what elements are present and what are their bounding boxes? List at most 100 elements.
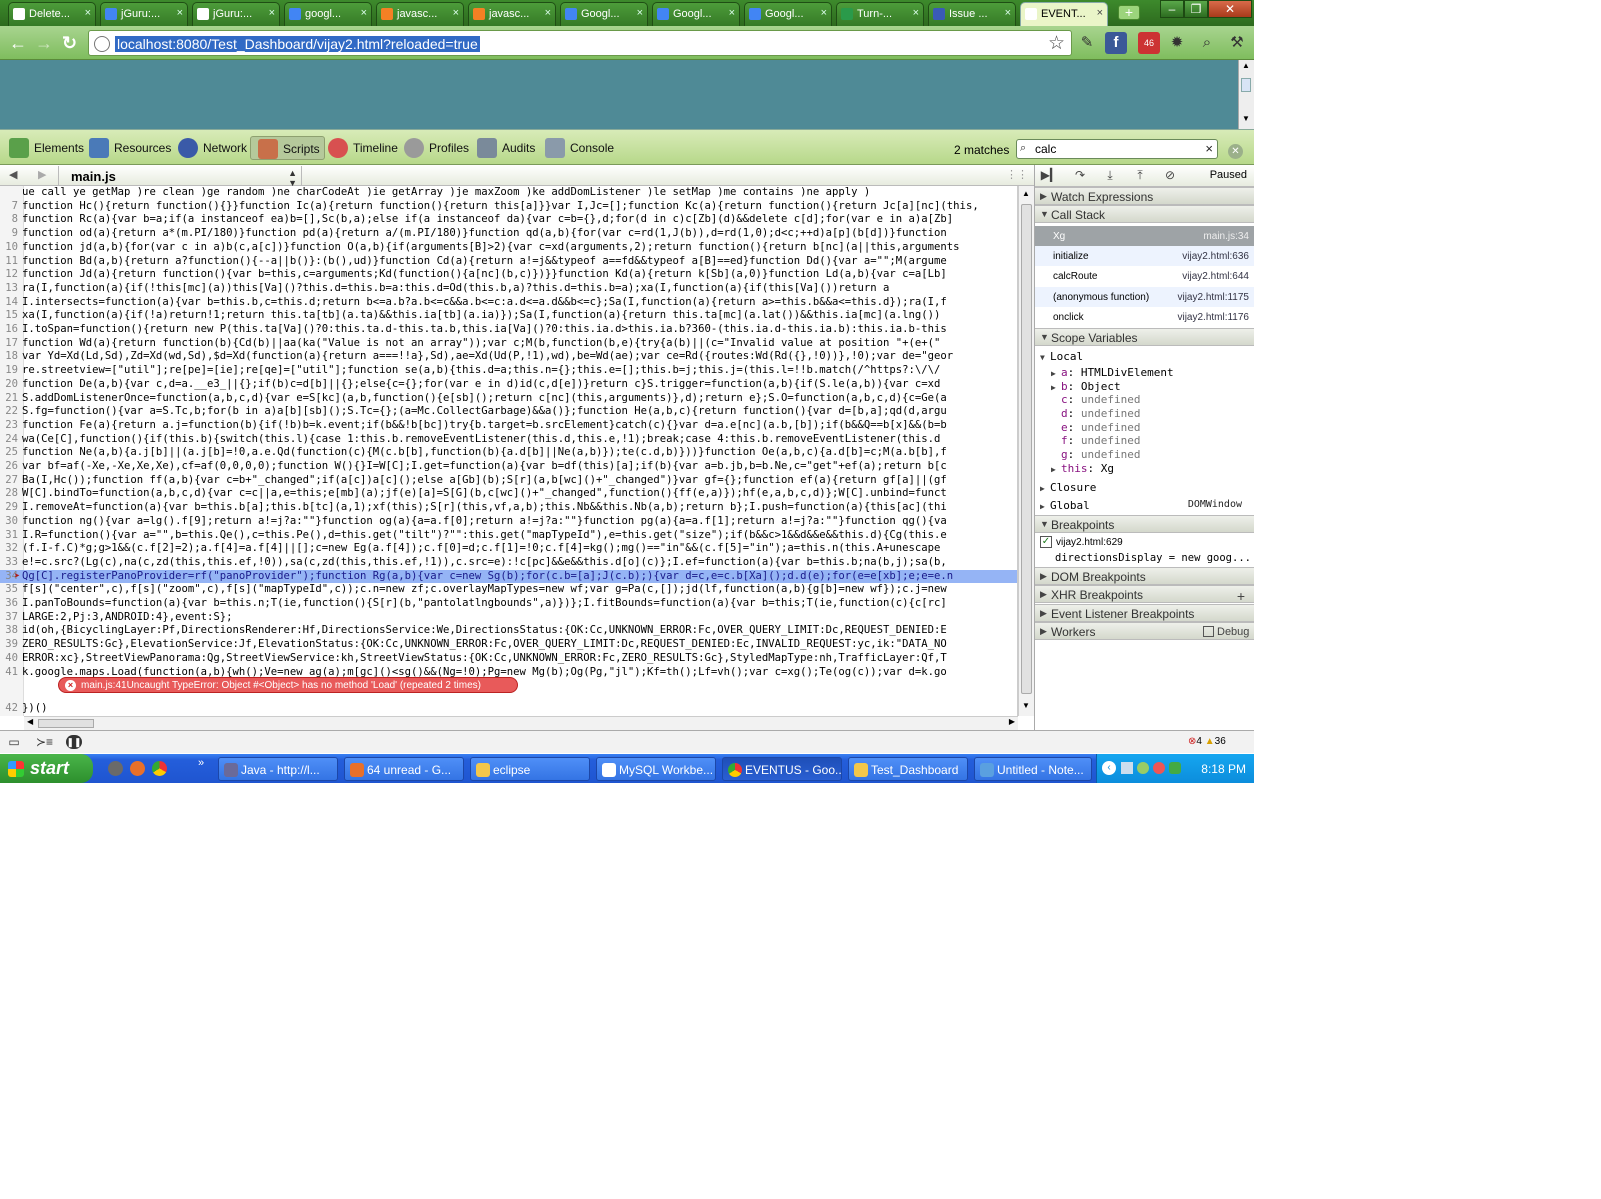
browser-tab[interactable]: Issue ... × bbox=[928, 2, 1016, 26]
close-window-button[interactable]: ✕ bbox=[1208, 0, 1252, 18]
close-tab-icon[interactable]: × bbox=[177, 7, 183, 19]
scroll-up-icon[interactable]: ▲ bbox=[1242, 61, 1250, 70]
browser-tab[interactable]: Googl... × bbox=[744, 2, 832, 26]
call-frame[interactable]: initialize vijay2.html:636 bbox=[1035, 246, 1254, 266]
line-number[interactable]: 39 bbox=[0, 638, 22, 652]
reload-icon[interactable]: ↻ bbox=[62, 33, 77, 54]
line-number[interactable]: 35 bbox=[0, 583, 22, 597]
line-number[interactable]: 9 bbox=[0, 227, 22, 241]
tab-profiles[interactable]: Profiles bbox=[397, 136, 473, 160]
scroll-down-icon[interactable]: ▼ bbox=[1022, 701, 1030, 710]
breakpoint-location[interactable]: vijay2.html:629 bbox=[1056, 537, 1123, 548]
browser-tab[interactable]: javasc... × bbox=[468, 2, 556, 26]
split-handle-icon[interactable]: ⋮⋮ bbox=[1006, 168, 1028, 181]
scope-variables-header[interactable]: ▼ Scope Variables bbox=[1035, 328, 1254, 346]
back-icon[interactable]: ← bbox=[9, 33, 27, 54]
line-number[interactable]: 7 bbox=[0, 200, 22, 214]
browser-tab[interactable]: jGuru:... × bbox=[100, 2, 188, 26]
code-hscrollbar[interactable]: ◀ ▶ bbox=[24, 716, 1018, 730]
scroll-up-icon[interactable]: ▲ bbox=[1022, 189, 1030, 198]
line-number[interactable]: 11 bbox=[0, 255, 22, 269]
line-number[interactable]: 18 bbox=[0, 350, 22, 364]
line-number[interactable]: 23 bbox=[0, 419, 22, 433]
browser-tab[interactable]: Delete... × bbox=[8, 2, 96, 26]
tab-audits[interactable]: Audits bbox=[470, 136, 539, 160]
tab-console[interactable]: Console bbox=[538, 136, 618, 160]
resume-icon[interactable]: ▶▎ bbox=[1039, 168, 1061, 184]
step-out-icon[interactable]: ⤒ bbox=[1129, 168, 1151, 184]
tab-timeline[interactable]: Timeline bbox=[321, 136, 402, 160]
code-editor[interactable]: ue call ye getMap )re clean )ge random )… bbox=[0, 186, 1018, 716]
close-tab-icon[interactable]: × bbox=[729, 7, 735, 19]
maximize-button[interactable]: ❐ bbox=[1184, 0, 1208, 18]
pause-on-exceptions-icon[interactable]: ❚❚ bbox=[66, 735, 82, 749]
deactivate-breakpoints-icon[interactable]: ⊘ bbox=[1159, 168, 1181, 184]
dock-icon[interactable]: ▭ bbox=[6, 735, 22, 749]
add-xhr-breakpoint-icon[interactable]: + bbox=[1237, 588, 1245, 604]
line-number[interactable]: 13 bbox=[0, 282, 22, 296]
quicklaunch-app-icon[interactable] bbox=[108, 761, 123, 776]
browser-tab[interactable]: Googl... × bbox=[652, 2, 740, 26]
line-number[interactable]: 16 bbox=[0, 323, 22, 337]
wrench-icon[interactable]: ⚒ bbox=[1226, 32, 1248, 54]
browser-tab[interactable]: Turn-... × bbox=[836, 2, 924, 26]
page-scrollbar[interactable]: ▲ ▼ bbox=[1238, 60, 1254, 129]
search-input[interactable]: ⌕ calc × bbox=[1016, 139, 1218, 159]
tab-network[interactable]: Network bbox=[171, 136, 251, 160]
tray-collapse-icon[interactable]: ‹ bbox=[1102, 761, 1116, 775]
line-number[interactable]: 33 bbox=[0, 556, 22, 570]
close-tab-icon[interactable]: × bbox=[821, 7, 827, 19]
taskbar-item[interactable]: MySQL Workbe... bbox=[596, 757, 716, 781]
tab-elements[interactable]: Elements bbox=[2, 136, 88, 160]
scroll-left-icon[interactable]: ◀ bbox=[27, 717, 33, 726]
scroll-right-icon[interactable]: ▶ bbox=[1009, 717, 1015, 726]
close-tab-icon[interactable]: × bbox=[453, 7, 459, 19]
close-tab-icon[interactable]: × bbox=[1097, 7, 1103, 19]
scroll-thumb[interactable] bbox=[1241, 78, 1251, 92]
extension-tools-icon[interactable]: ✎ bbox=[1076, 32, 1098, 54]
scope-closure[interactable]: ▶ Closure bbox=[1040, 481, 1254, 495]
close-tab-icon[interactable]: × bbox=[1005, 7, 1011, 19]
taskbar-item[interactable]: EVENTUS - Goo... bbox=[722, 757, 842, 781]
line-number[interactable]: 26 bbox=[0, 460, 22, 474]
line-number[interactable]: 10 bbox=[0, 241, 22, 255]
browser-tab[interactable]: googl... × bbox=[284, 2, 372, 26]
line-number[interactable]: 20 bbox=[0, 378, 22, 392]
script-file-select[interactable]: main.js ▲ ▼ bbox=[58, 166, 302, 188]
close-devtools-icon[interactable]: ✕ bbox=[1228, 144, 1243, 159]
nav-back-icon[interactable]: ◀ bbox=[9, 168, 17, 181]
new-tab-button[interactable]: + bbox=[1118, 5, 1140, 20]
line-number[interactable]: 22 bbox=[0, 405, 22, 419]
line-number[interactable]: 31 bbox=[0, 529, 22, 543]
taskbar-item[interactable]: Java - http://l... bbox=[218, 757, 338, 781]
line-number[interactable]: 36 bbox=[0, 597, 22, 611]
scope-var[interactable]: ▶ b: Object bbox=[1051, 380, 1254, 394]
search-value[interactable]: calc bbox=[1035, 142, 1056, 156]
line-number[interactable]: 17 bbox=[0, 337, 22, 351]
tray-app-icon[interactable] bbox=[1137, 762, 1149, 774]
dom-breakpoints-header[interactable]: ▶ DOM Breakpoints bbox=[1035, 567, 1254, 585]
chrome-icon[interactable] bbox=[152, 761, 167, 776]
line-number[interactable]: 19 bbox=[0, 364, 22, 378]
code-scrollbar[interactable]: ▲ ▼ bbox=[1018, 186, 1034, 716]
line-number[interactable]: 28 bbox=[0, 487, 22, 501]
line-number[interactable]: 21 bbox=[0, 392, 22, 406]
watch-expressions-header[interactable]: ▶ Watch Expressions bbox=[1035, 187, 1254, 205]
line-number[interactable]: 41 bbox=[0, 666, 22, 680]
url-text[interactable]: localhost:8080/Test_Dashboard/vijay2.htm… bbox=[115, 36, 480, 52]
browser-tab[interactable]: EVENT... × bbox=[1020, 2, 1108, 26]
line-number[interactable]: 12 bbox=[0, 268, 22, 282]
call-frame[interactable]: onclick vijay2.html:1176 bbox=[1035, 307, 1254, 327]
forward-icon[interactable]: → bbox=[35, 33, 53, 54]
tab-scripts[interactable]: Scripts bbox=[250, 136, 325, 160]
browser-tab[interactable]: javasc... × bbox=[376, 2, 464, 26]
bookmark-star-icon[interactable]: ☆ bbox=[1048, 32, 1065, 55]
breakpoint-checkbox[interactable]: ✓ bbox=[1040, 536, 1052, 548]
line-number[interactable]: 25 bbox=[0, 446, 22, 460]
line-number[interactable]: 42 bbox=[0, 702, 22, 716]
network-tray-icon[interactable] bbox=[1121, 762, 1133, 774]
close-tab-icon[interactable]: × bbox=[85, 7, 91, 19]
facebook-icon[interactable]: f bbox=[1105, 32, 1127, 54]
workers-header[interactable]: ▶ Workers Debug bbox=[1035, 622, 1254, 640]
line-number[interactable]: 27 bbox=[0, 474, 22, 488]
